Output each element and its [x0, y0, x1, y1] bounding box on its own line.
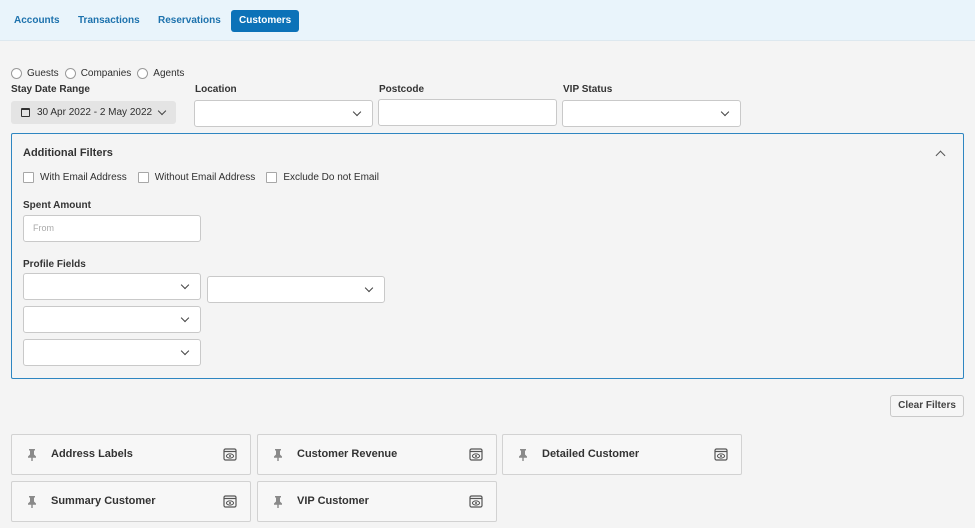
profile-field-select-4[interactable] [23, 339, 201, 366]
postcode-input[interactable] [378, 99, 557, 126]
report-card-customer-revenue[interactable]: Customer Revenue [257, 434, 497, 475]
chevron-down-icon [157, 106, 167, 115]
profile-fields-label: Profile Fields [23, 259, 86, 270]
pin-icon[interactable] [26, 448, 38, 462]
additional-filters-title: Additional Filters [23, 147, 113, 159]
stay-date-value: 30 Apr 2022 - 2 May 2022 [37, 107, 153, 118]
email-checkboxes: With Email Address Without Email Address… [23, 172, 390, 183]
stay-date-picker[interactable]: 30 Apr 2022 - 2 May 2022 [11, 101, 176, 124]
additional-filters-panel: Additional Filters With Email Address Wi… [11, 133, 964, 379]
chevron-down-icon [352, 107, 362, 117]
vip-status-label: VIP Status [563, 84, 613, 95]
eye-icon[interactable] [223, 495, 237, 508]
report-card-label: Summary Customer [51, 495, 156, 507]
report-card-vip-customer[interactable]: VIP Customer [257, 481, 497, 522]
top-nav: Accounts Transactions Reservations Custo… [0, 0, 975, 41]
stay-date-label: Stay Date Range [11, 84, 90, 95]
spent-amount-from-input[interactable]: From [23, 215, 201, 242]
pin-icon[interactable] [272, 448, 284, 462]
calendar-icon [21, 108, 30, 117]
location-label: Location [195, 84, 237, 95]
chevron-up-icon[interactable] [935, 150, 946, 161]
chevron-down-icon [180, 346, 190, 356]
radio-agents[interactable] [137, 68, 149, 79]
vip-status-select[interactable] [562, 100, 741, 127]
tab-reservations[interactable]: Reservations [150, 10, 229, 32]
checkbox-exclude-do-not-email-label: Exclude Do not Email [283, 172, 379, 183]
eye-icon[interactable] [469, 448, 483, 461]
report-card-label: Address Labels [51, 448, 133, 460]
spent-amount-label: Spent Amount [23, 200, 91, 211]
chevron-down-icon [180, 313, 190, 323]
location-select[interactable] [194, 100, 373, 127]
radio-agents-label: Agents [153, 68, 185, 79]
profile-field-select-2[interactable] [207, 276, 385, 303]
checkbox-with-email-label: With Email Address [40, 172, 127, 183]
report-card-summary-customer[interactable]: Summary Customer [11, 481, 251, 522]
checkbox-without-email[interactable] [137, 172, 149, 183]
eye-icon[interactable] [469, 495, 483, 508]
checkbox-exclude-do-not-email[interactable] [266, 172, 278, 183]
postcode-label: Postcode [379, 84, 425, 95]
checkbox-with-email[interactable] [23, 172, 34, 183]
report-card-label: Customer Revenue [297, 448, 398, 460]
checkbox-without-email-label: Without Email Address [154, 172, 256, 183]
chevron-down-icon [720, 107, 730, 117]
radio-guests-label: Guests [27, 68, 59, 79]
pin-icon[interactable] [26, 495, 38, 509]
eye-icon[interactable] [714, 448, 728, 461]
pin-icon[interactable] [517, 448, 529, 462]
tab-transactions[interactable]: Transactions [70, 10, 148, 32]
radio-guests[interactable] [11, 68, 22, 79]
chevron-down-icon [180, 280, 190, 290]
report-card-label: VIP Customer [297, 495, 369, 507]
eye-icon[interactable] [223, 448, 237, 461]
profile-field-select-1[interactable] [23, 273, 201, 300]
tab-accounts[interactable]: Accounts [6, 10, 68, 32]
report-card-detailed-customer[interactable]: Detailed Customer [502, 434, 742, 475]
tab-customers[interactable]: Customers [231, 10, 300, 32]
radio-companies[interactable] [64, 68, 76, 79]
profile-field-select-3[interactable] [23, 306, 201, 333]
report-card-address-labels[interactable]: Address Labels [11, 434, 251, 475]
customer-type-radios: Guests Companies Agents [11, 67, 190, 80]
chevron-down-icon [364, 283, 374, 293]
report-card-label: Detailed Customer [542, 448, 640, 460]
clear-filters-button[interactable]: Clear Filters [890, 395, 964, 417]
pin-icon[interactable] [272, 495, 284, 509]
radio-companies-label: Companies [80, 68, 132, 79]
